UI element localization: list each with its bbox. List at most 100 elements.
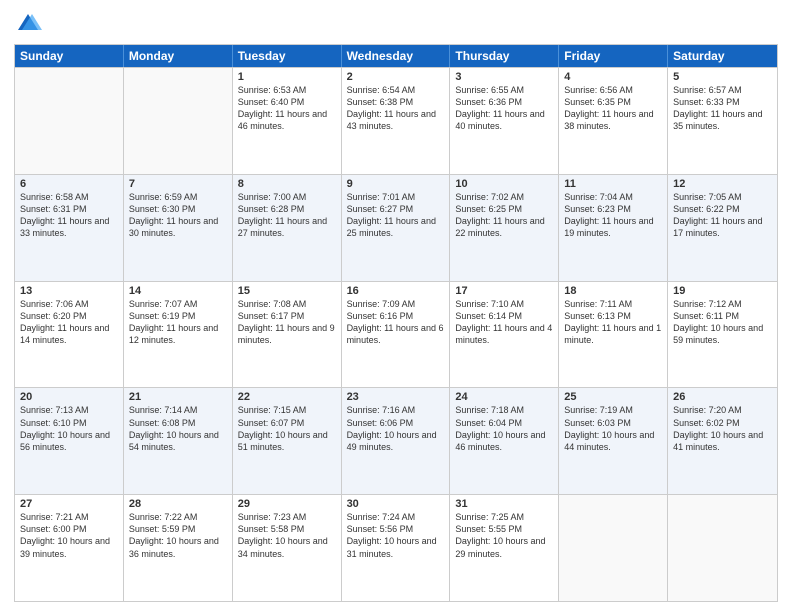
calendar-header: SundayMondayTuesdayWednesdayThursdayFrid…: [15, 45, 777, 67]
cell-info: Sunrise: 6:55 AM Sunset: 6:36 PM Dayligh…: [455, 84, 553, 133]
calendar-cell: 17Sunrise: 7:10 AM Sunset: 6:14 PM Dayli…: [450, 282, 559, 388]
calendar-cell: 7Sunrise: 6:59 AM Sunset: 6:30 PM Daylig…: [124, 175, 233, 281]
weekday-header: Thursday: [450, 45, 559, 67]
day-number: 4: [564, 71, 662, 83]
cell-info: Sunrise: 6:57 AM Sunset: 6:33 PM Dayligh…: [673, 84, 772, 133]
day-number: 13: [20, 285, 118, 297]
calendar-cell: 5Sunrise: 6:57 AM Sunset: 6:33 PM Daylig…: [668, 68, 777, 174]
cell-info: Sunrise: 7:09 AM Sunset: 6:16 PM Dayligh…: [347, 298, 445, 347]
cell-info: Sunrise: 7:06 AM Sunset: 6:20 PM Dayligh…: [20, 298, 118, 347]
calendar-cell: 14Sunrise: 7:07 AM Sunset: 6:19 PM Dayli…: [124, 282, 233, 388]
day-number: 8: [238, 178, 336, 190]
day-number: 3: [455, 71, 553, 83]
day-number: 2: [347, 71, 445, 83]
cell-info: Sunrise: 6:54 AM Sunset: 6:38 PM Dayligh…: [347, 84, 445, 133]
cell-info: Sunrise: 7:19 AM Sunset: 6:03 PM Dayligh…: [564, 404, 662, 453]
calendar-cell: 4Sunrise: 6:56 AM Sunset: 6:35 PM Daylig…: [559, 68, 668, 174]
calendar-row: 27Sunrise: 7:21 AM Sunset: 6:00 PM Dayli…: [15, 494, 777, 601]
calendar-cell: 24Sunrise: 7:18 AM Sunset: 6:04 PM Dayli…: [450, 388, 559, 494]
calendar-cell: 19Sunrise: 7:12 AM Sunset: 6:11 PM Dayli…: [668, 282, 777, 388]
day-number: 27: [20, 498, 118, 510]
calendar-row: 1Sunrise: 6:53 AM Sunset: 6:40 PM Daylig…: [15, 67, 777, 174]
cell-info: Sunrise: 7:02 AM Sunset: 6:25 PM Dayligh…: [455, 191, 553, 240]
day-number: 20: [20, 391, 118, 403]
day-number: 28: [129, 498, 227, 510]
day-number: 10: [455, 178, 553, 190]
cell-info: Sunrise: 6:58 AM Sunset: 6:31 PM Dayligh…: [20, 191, 118, 240]
day-number: 9: [347, 178, 445, 190]
calendar-cell: 22Sunrise: 7:15 AM Sunset: 6:07 PM Dayli…: [233, 388, 342, 494]
calendar-row: 13Sunrise: 7:06 AM Sunset: 6:20 PM Dayli…: [15, 281, 777, 388]
calendar-cell: 27Sunrise: 7:21 AM Sunset: 6:00 PM Dayli…: [15, 495, 124, 601]
day-number: 21: [129, 391, 227, 403]
weekday-header: Wednesday: [342, 45, 451, 67]
calendar-cell: 13Sunrise: 7:06 AM Sunset: 6:20 PM Dayli…: [15, 282, 124, 388]
cell-info: Sunrise: 7:07 AM Sunset: 6:19 PM Dayligh…: [129, 298, 227, 347]
calendar-cell: 2Sunrise: 6:54 AM Sunset: 6:38 PM Daylig…: [342, 68, 451, 174]
day-number: 17: [455, 285, 553, 297]
calendar-cell: 16Sunrise: 7:09 AM Sunset: 6:16 PM Dayli…: [342, 282, 451, 388]
calendar-cell: 18Sunrise: 7:11 AM Sunset: 6:13 PM Dayli…: [559, 282, 668, 388]
page: SundayMondayTuesdayWednesdayThursdayFrid…: [0, 0, 792, 612]
calendar-cell: [559, 495, 668, 601]
calendar-cell: 15Sunrise: 7:08 AM Sunset: 6:17 PM Dayli…: [233, 282, 342, 388]
cell-info: Sunrise: 7:12 AM Sunset: 6:11 PM Dayligh…: [673, 298, 772, 347]
cell-info: Sunrise: 7:13 AM Sunset: 6:10 PM Dayligh…: [20, 404, 118, 453]
cell-info: Sunrise: 7:01 AM Sunset: 6:27 PM Dayligh…: [347, 191, 445, 240]
day-number: 15: [238, 285, 336, 297]
calendar-cell: 31Sunrise: 7:25 AM Sunset: 5:55 PM Dayli…: [450, 495, 559, 601]
calendar-cell: 28Sunrise: 7:22 AM Sunset: 5:59 PM Dayli…: [124, 495, 233, 601]
calendar-cell: 26Sunrise: 7:20 AM Sunset: 6:02 PM Dayli…: [668, 388, 777, 494]
weekday-header: Friday: [559, 45, 668, 67]
calendar-cell: 20Sunrise: 7:13 AM Sunset: 6:10 PM Dayli…: [15, 388, 124, 494]
cell-info: Sunrise: 7:24 AM Sunset: 5:56 PM Dayligh…: [347, 511, 445, 560]
day-number: 18: [564, 285, 662, 297]
day-number: 25: [564, 391, 662, 403]
weekday-header: Saturday: [668, 45, 777, 67]
day-number: 31: [455, 498, 553, 510]
cell-info: Sunrise: 7:18 AM Sunset: 6:04 PM Dayligh…: [455, 404, 553, 453]
calendar-cell: 29Sunrise: 7:23 AM Sunset: 5:58 PM Dayli…: [233, 495, 342, 601]
cell-info: Sunrise: 7:21 AM Sunset: 6:00 PM Dayligh…: [20, 511, 118, 560]
calendar-cell: 11Sunrise: 7:04 AM Sunset: 6:23 PM Dayli…: [559, 175, 668, 281]
day-number: 14: [129, 285, 227, 297]
cell-info: Sunrise: 7:05 AM Sunset: 6:22 PM Dayligh…: [673, 191, 772, 240]
cell-info: Sunrise: 7:22 AM Sunset: 5:59 PM Dayligh…: [129, 511, 227, 560]
day-number: 6: [20, 178, 118, 190]
day-number: 19: [673, 285, 772, 297]
cell-info: Sunrise: 7:25 AM Sunset: 5:55 PM Dayligh…: [455, 511, 553, 560]
cell-info: Sunrise: 6:59 AM Sunset: 6:30 PM Dayligh…: [129, 191, 227, 240]
day-number: 26: [673, 391, 772, 403]
cell-info: Sunrise: 7:00 AM Sunset: 6:28 PM Dayligh…: [238, 191, 336, 240]
logo-icon: [14, 10, 42, 38]
logo: [14, 10, 46, 38]
day-number: 5: [673, 71, 772, 83]
day-number: 11: [564, 178, 662, 190]
calendar-row: 6Sunrise: 6:58 AM Sunset: 6:31 PM Daylig…: [15, 174, 777, 281]
cell-info: Sunrise: 7:04 AM Sunset: 6:23 PM Dayligh…: [564, 191, 662, 240]
weekday-header: Tuesday: [233, 45, 342, 67]
cell-info: Sunrise: 7:10 AM Sunset: 6:14 PM Dayligh…: [455, 298, 553, 347]
calendar-cell: [124, 68, 233, 174]
day-number: 23: [347, 391, 445, 403]
calendar-cell: 6Sunrise: 6:58 AM Sunset: 6:31 PM Daylig…: [15, 175, 124, 281]
day-number: 16: [347, 285, 445, 297]
calendar-cell: 25Sunrise: 7:19 AM Sunset: 6:03 PM Dayli…: [559, 388, 668, 494]
calendar-cell: 8Sunrise: 7:00 AM Sunset: 6:28 PM Daylig…: [233, 175, 342, 281]
header: [14, 10, 778, 38]
calendar-cell: 10Sunrise: 7:02 AM Sunset: 6:25 PM Dayli…: [450, 175, 559, 281]
cell-info: Sunrise: 7:23 AM Sunset: 5:58 PM Dayligh…: [238, 511, 336, 560]
cell-info: Sunrise: 7:15 AM Sunset: 6:07 PM Dayligh…: [238, 404, 336, 453]
day-number: 7: [129, 178, 227, 190]
calendar-body: 1Sunrise: 6:53 AM Sunset: 6:40 PM Daylig…: [15, 67, 777, 601]
cell-info: Sunrise: 7:11 AM Sunset: 6:13 PM Dayligh…: [564, 298, 662, 347]
day-number: 30: [347, 498, 445, 510]
cell-info: Sunrise: 7:20 AM Sunset: 6:02 PM Dayligh…: [673, 404, 772, 453]
calendar-cell: 9Sunrise: 7:01 AM Sunset: 6:27 PM Daylig…: [342, 175, 451, 281]
day-number: 22: [238, 391, 336, 403]
calendar-cell: 23Sunrise: 7:16 AM Sunset: 6:06 PM Dayli…: [342, 388, 451, 494]
calendar-cell: 30Sunrise: 7:24 AM Sunset: 5:56 PM Dayli…: [342, 495, 451, 601]
cell-info: Sunrise: 7:16 AM Sunset: 6:06 PM Dayligh…: [347, 404, 445, 453]
calendar-cell: [668, 495, 777, 601]
cell-info: Sunrise: 6:56 AM Sunset: 6:35 PM Dayligh…: [564, 84, 662, 133]
